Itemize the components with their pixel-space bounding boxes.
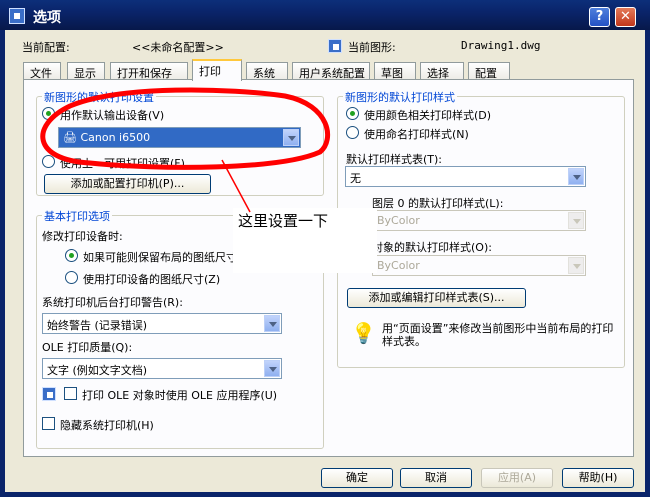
options-dialog: 选项 ? ✕ 当前配置: <<未命名配置>> 当前图形: Drawing1.dw… bbox=[0, 0, 650, 497]
annotation-overlay bbox=[40, 87, 330, 213]
annotation-circle bbox=[40, 87, 330, 170]
annotation-hint: 这里设置一下 bbox=[238, 212, 329, 230]
tab-plot[interactable]: 打印 bbox=[192, 59, 242, 81]
